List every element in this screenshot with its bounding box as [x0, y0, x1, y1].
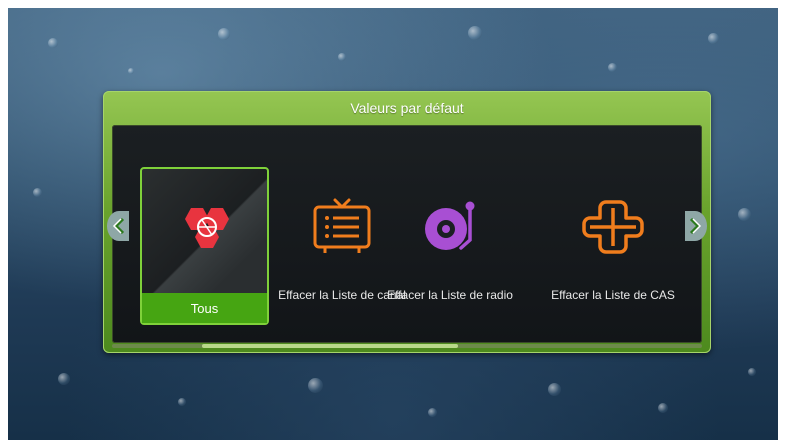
- rain-drop: [658, 403, 668, 413]
- rain-drop: [548, 383, 561, 396]
- background-rain-wallpaper: Valeurs par défaut Tous Effacer la Liste…: [8, 8, 778, 440]
- rain-drop: [48, 38, 58, 48]
- rain-drop: [308, 378, 323, 393]
- option-label: Effacer la Liste de radio: [387, 288, 513, 302]
- option-label: Effacer la Liste de CAS: [551, 288, 675, 302]
- scroll-left-arrow-icon[interactable]: [107, 211, 129, 241]
- tv-list-icon: [313, 198, 371, 253]
- rain-drop: [33, 188, 42, 197]
- rain-drop: [738, 208, 751, 221]
- option-clear-radio-list[interactable]: Effacer la Liste de radio: [385, 167, 515, 325]
- factory-defaults-dialog: Valeurs par défaut Tous Effacer la Liste…: [103, 91, 711, 353]
- scroll-right-arrow-icon[interactable]: [685, 211, 707, 241]
- rain-drop: [178, 398, 186, 406]
- horizontal-scrollbar[interactable]: [112, 344, 702, 348]
- rain-drop: [218, 28, 230, 40]
- scrollbar-thumb[interactable]: [202, 344, 458, 348]
- rain-drop: [128, 68, 134, 74]
- option-tous[interactable]: Tous: [140, 167, 269, 325]
- rain-drop: [58, 373, 70, 385]
- rain-drop: [338, 53, 346, 61]
- rain-drop: [468, 26, 482, 40]
- cas-cross-icon: [582, 200, 644, 254]
- option-label: Tous: [190, 301, 219, 316]
- option-clear-cas-list[interactable]: Effacer la Liste de CAS: [548, 167, 678, 325]
- rain-drop: [748, 368, 756, 376]
- rain-drop: [708, 33, 719, 44]
- vinyl-record-icon: [425, 201, 475, 250]
- rain-drop: [428, 408, 437, 417]
- rain-drop: [608, 63, 617, 72]
- dialog-body: Tous Effacer la Liste de canal Effacer l…: [112, 125, 702, 343]
- tous-hexagon-icon: [184, 208, 229, 248]
- dialog-title: Valeurs par défaut: [350, 100, 464, 116]
